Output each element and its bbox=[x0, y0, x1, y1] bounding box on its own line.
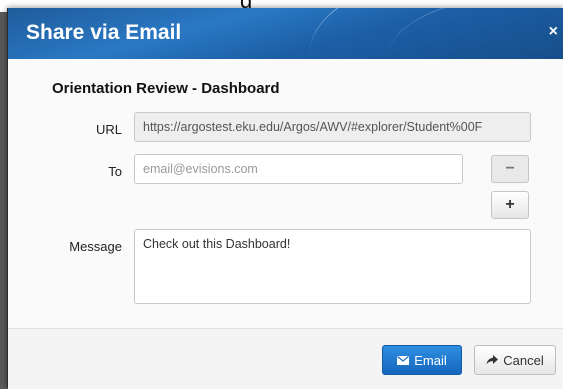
share-email-dialog: Share via Email × Orientation Review - D… bbox=[7, 8, 563, 389]
minus-icon: − bbox=[505, 160, 515, 177]
close-button[interactable]: × bbox=[549, 23, 558, 41]
dialog-body: Orientation Review - Dashboard URL https… bbox=[8, 59, 563, 328]
dialog-header: Share via Email × bbox=[8, 8, 563, 59]
message-textarea[interactable]: Check out this Dashboard! bbox=[134, 229, 531, 304]
email-button[interactable]: Email bbox=[382, 345, 462, 375]
to-label: To bbox=[108, 164, 122, 179]
to-email-input[interactable]: email@evisions.com bbox=[134, 154, 463, 184]
cancel-button[interactable]: Cancel bbox=[474, 345, 556, 375]
forward-arrow-icon bbox=[486, 355, 499, 365]
add-recipient-button[interactable]: + bbox=[491, 191, 529, 219]
cancel-button-label: Cancel bbox=[503, 352, 544, 368]
dialog-footer: Email Cancel bbox=[8, 328, 563, 389]
report-title: Orientation Review - Dashboard bbox=[52, 80, 280, 97]
remove-recipient-button[interactable]: − bbox=[491, 155, 529, 183]
url-field[interactable]: https://argostest.eku.edu/Argos/AWV/#exp… bbox=[134, 112, 531, 142]
url-label: URL bbox=[95, 122, 122, 137]
envelope-icon bbox=[397, 355, 410, 365]
plus-icon: + bbox=[505, 196, 515, 213]
email-button-label: Email bbox=[414, 352, 447, 368]
dialog-title: Share via Email bbox=[26, 21, 182, 44]
message-label: Message bbox=[69, 239, 122, 254]
